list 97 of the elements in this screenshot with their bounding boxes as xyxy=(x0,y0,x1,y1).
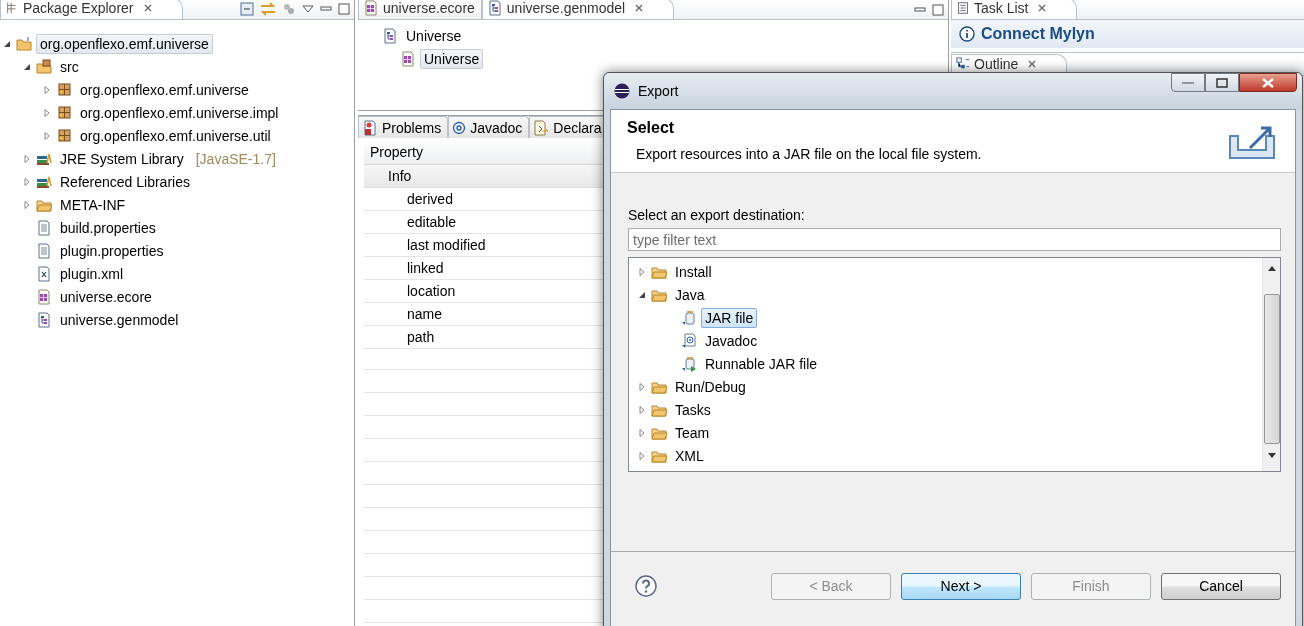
tree-item[interactable]: META-INF xyxy=(56,194,130,215)
close-icon[interactable] xyxy=(1028,60,1037,68)
property-name: name xyxy=(407,306,443,322)
minimize-button[interactable] xyxy=(1171,73,1205,92)
eclipse-logo-icon xyxy=(614,83,630,99)
expand-arrow-icon[interactable] xyxy=(637,266,647,277)
expand-arrow-icon[interactable] xyxy=(22,176,32,187)
property-name: last modified xyxy=(407,237,486,253)
tree-item[interactable]: Java xyxy=(671,284,709,305)
tree-item[interactable]: org.openflexo.emf.universe.util xyxy=(76,125,275,146)
editor-tab[interactable]: universe.genmodel xyxy=(481,0,675,19)
scrollbar[interactable] xyxy=(1262,258,1280,471)
tree-item[interactable]: Install xyxy=(671,261,716,282)
tree-item[interactable]: plugin.xml xyxy=(56,263,128,284)
close-icon xyxy=(1262,77,1274,88)
model-tree-icon xyxy=(382,27,398,44)
tree-item[interactable]: org.openflexo.emf.universe xyxy=(36,33,213,54)
editor-tab[interactable]: universe.ecore xyxy=(358,0,482,19)
help-icon[interactable] xyxy=(635,575,657,597)
xml-file-icon xyxy=(36,265,52,282)
tree-item[interactable]: org.openflexo.emf.universe xyxy=(76,79,253,100)
expand-arrow-icon[interactable] xyxy=(637,381,647,392)
model-tree-icon xyxy=(486,0,503,16)
property-name: editable xyxy=(407,214,457,230)
jar-icon xyxy=(681,309,697,326)
maximize-icon xyxy=(1216,77,1228,88)
tree-item[interactable]: org.openflexo.emf.universe.impl xyxy=(76,102,283,123)
info-icon xyxy=(959,26,975,42)
property-name: derived xyxy=(407,191,453,207)
package-icon xyxy=(5,1,19,15)
package-folder-icon xyxy=(36,58,52,75)
link-arrows-icon[interactable] xyxy=(260,2,276,16)
class-grid-icon xyxy=(363,0,379,16)
maximize-icon[interactable] xyxy=(932,4,944,16)
document-icon xyxy=(36,219,52,236)
view-tab[interactable]: Javadoc xyxy=(448,116,530,138)
tree-item[interactable]: Runnable JAR file xyxy=(701,353,822,374)
document-icon xyxy=(36,242,52,259)
tree-item[interactable]: Javadoc xyxy=(701,330,762,351)
expand-arrow-icon[interactable] xyxy=(637,427,647,438)
declaration-icon xyxy=(533,119,550,136)
tree-item[interactable]: JRE System Library xyxy=(56,148,188,169)
property-name: location xyxy=(407,283,456,299)
expand-arrow-icon[interactable] xyxy=(22,199,32,210)
tree-item[interactable]: Tasks xyxy=(671,399,715,420)
package-icon xyxy=(56,81,72,98)
expand-arrow-icon[interactable] xyxy=(22,153,32,164)
close-icon[interactable] xyxy=(143,4,152,12)
tree-item[interactable]: Universe xyxy=(420,48,484,69)
model-tree-icon xyxy=(36,311,52,328)
expand-arrow-icon[interactable] xyxy=(637,450,647,461)
close-button[interactable] xyxy=(1239,73,1297,92)
problems-icon xyxy=(362,119,378,136)
scroll-thumb[interactable] xyxy=(1263,294,1280,444)
tree-item[interactable]: XML xyxy=(671,445,708,466)
tree-item[interactable]: src xyxy=(56,56,83,77)
tree-item[interactable]: JAR file xyxy=(701,307,758,328)
dialog-button[interactable]: Cancel xyxy=(1161,572,1281,600)
runnable-jar-icon xyxy=(681,355,697,372)
scroll-down-icon[interactable] xyxy=(1266,452,1277,460)
collapse-all-icon[interactable] xyxy=(240,2,254,16)
expand-arrow-icon[interactable] xyxy=(42,84,52,95)
close-icon[interactable] xyxy=(1038,4,1047,12)
tree-item[interactable]: Team xyxy=(671,422,714,443)
maximize-icon[interactable] xyxy=(338,3,350,15)
tree-item[interactable]: Universe xyxy=(402,25,466,46)
tree-item[interactable]: Run/Debug xyxy=(671,376,750,397)
filter-field[interactable]: type filter text xyxy=(628,228,1281,251)
window-title: Export xyxy=(638,83,679,99)
tree-item[interactable]: universe.ecore xyxy=(56,286,156,307)
scroll-up-icon[interactable] xyxy=(1266,264,1277,272)
expand-arrow-icon[interactable] xyxy=(42,107,52,118)
field-label: Select an export destination: xyxy=(628,207,806,223)
tree-item-qualifier: [JavaSE-1.7] xyxy=(195,150,276,167)
tree-item[interactable]: Referenced Libraries xyxy=(56,171,194,192)
close-icon[interactable] xyxy=(635,4,644,12)
class-grid-icon xyxy=(400,50,416,67)
expand-arrow-icon[interactable] xyxy=(42,130,52,141)
dots-icon[interactable] xyxy=(282,2,296,16)
page-heading: Select xyxy=(627,119,676,137)
at-sign-icon xyxy=(452,120,467,135)
dialog-button[interactable]: Next > xyxy=(901,572,1021,600)
maximize-button[interactable] xyxy=(1205,73,1239,92)
view-tab[interactable]: Problems xyxy=(358,116,449,138)
package-icon xyxy=(56,127,72,144)
expand-arrow-icon[interactable] xyxy=(637,404,647,415)
tree-item[interactable]: universe.genmodel xyxy=(56,309,183,330)
tree-item[interactable]: plugin.properties xyxy=(56,240,168,261)
class-grid-icon xyxy=(36,288,52,305)
outline-icon xyxy=(956,57,970,71)
folder-icon xyxy=(16,35,32,52)
tree-item[interactable]: build.properties xyxy=(56,217,160,238)
package-icon xyxy=(56,104,72,121)
dropdown-icon[interactable] xyxy=(302,4,314,14)
javadoc-icon xyxy=(681,332,697,349)
property-name: path xyxy=(407,329,435,345)
property-name: linked xyxy=(407,260,444,276)
